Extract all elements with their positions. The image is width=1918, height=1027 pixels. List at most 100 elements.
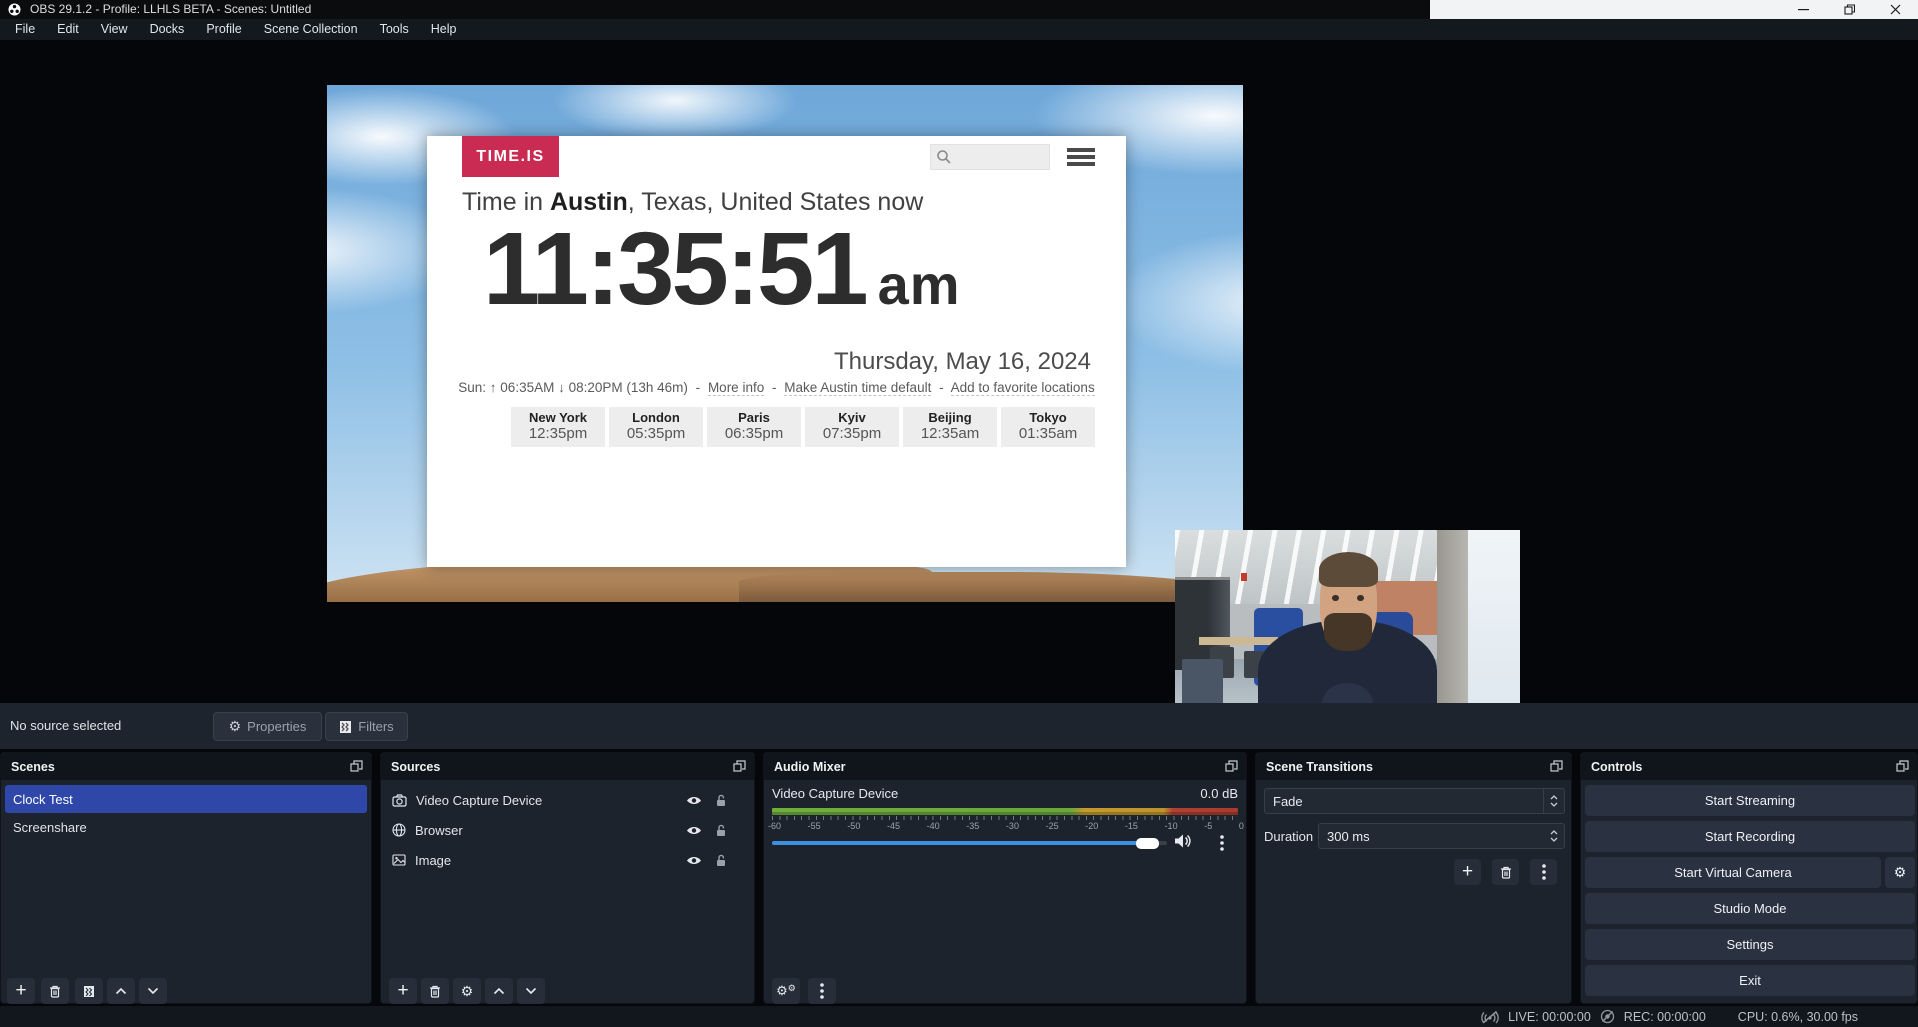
menu-profile[interactable]: Profile (195, 19, 252, 40)
add-transition-button[interactable]: + (1454, 859, 1481, 885)
rec-time: REC: 00:00:00 (1624, 1010, 1706, 1024)
scene-filters-button[interactable] (75, 978, 103, 1004)
duration-spinbox[interactable]: 300 ms (1318, 823, 1565, 849)
restore-button[interactable] (1826, 0, 1872, 19)
mixer-db-value: 0.0 dB (1200, 786, 1238, 801)
scene-transitions-dock: Scene Transitions Fade Duration 300 ms + (1255, 752, 1572, 1004)
transitions-dock-title: Scene Transitions (1266, 760, 1373, 774)
dock-popout-icon[interactable] (1225, 760, 1238, 772)
image-icon (392, 854, 406, 866)
meter-tick-marks (772, 816, 1238, 820)
obs-logo-icon (8, 3, 21, 16)
settings-button[interactable]: Settings (1585, 929, 1915, 960)
window-title: OBS 29.1.2 - Profile: LLHLS BETA - Scene… (30, 0, 311, 19)
visibility-eye-icon[interactable] (686, 855, 702, 866)
lock-icon[interactable] (715, 824, 727, 837)
menu-edit[interactable]: Edit (46, 19, 90, 40)
world-clock-tokyo: Tokyo01:35am (1001, 407, 1095, 447)
world-clock-newyork: New York12:35pm (511, 407, 605, 447)
move-scene-up-button[interactable] (107, 978, 135, 1004)
world-clock-london: London05:35pm (609, 407, 703, 447)
minimize-button[interactable] (1780, 0, 1826, 19)
mixer-channel-name: Video Capture Device (772, 786, 898, 801)
source-item-image[interactable]: Image (381, 846, 754, 874)
move-source-up-button[interactable] (485, 978, 513, 1004)
lock-icon[interactable] (715, 854, 727, 867)
world-clock-paris: Paris06:35pm (707, 407, 801, 447)
duration-label: Duration (1264, 829, 1313, 844)
timeis-logo: TIME.IS (462, 136, 559, 177)
dock-popout-icon[interactable] (1896, 760, 1909, 772)
globe-icon (392, 823, 406, 837)
rec-inactive-icon (1600, 1009, 1615, 1024)
spinbox-arrows[interactable] (1544, 830, 1564, 842)
camera-icon (392, 794, 407, 807)
scene-item-clock-test[interactable]: Clock Test (5, 785, 367, 813)
hamburger-menu-icon (1067, 148, 1095, 169)
filter-icon (339, 720, 352, 734)
mixer-channel-menu-button[interactable] (1210, 831, 1234, 855)
start-streaming-button[interactable]: Start Streaming (1585, 785, 1915, 816)
clock-digits: 11:35:51 (483, 212, 866, 325)
world-clocks-row: New York12:35pm London05:35pm Paris06:35… (511, 407, 1095, 447)
menu-tools[interactable]: Tools (369, 19, 420, 40)
add-scene-button[interactable]: + (7, 978, 35, 1004)
mixer-menu-button[interactable] (808, 978, 836, 1004)
volume-slider-handle[interactable] (1136, 838, 1159, 849)
remove-scene-button[interactable] (41, 978, 69, 1004)
advanced-audio-properties-button[interactable]: ⚙⚙ (772, 978, 800, 1004)
volume-slider[interactable] (772, 841, 1167, 845)
menu-help[interactable]: Help (420, 19, 468, 40)
controls-dock-title: Controls (1591, 760, 1642, 774)
studio-mode-button[interactable]: Studio Mode (1585, 893, 1915, 924)
properties-button[interactable]: ⚙ Properties (213, 712, 322, 741)
start-recording-button[interactable]: Start Recording (1585, 821, 1915, 852)
dock-popout-icon[interactable] (733, 760, 746, 772)
menubar: File Edit View Docks Profile Scene Colle… (0, 19, 1918, 40)
menu-docks[interactable]: Docks (139, 19, 196, 40)
transition-select[interactable]: Fade (1264, 788, 1565, 814)
transition-properties-button[interactable] (1530, 859, 1557, 885)
separator: - (696, 380, 701, 395)
video-capture-source-webcam (1175, 530, 1520, 725)
menu-file[interactable]: File (4, 19, 46, 40)
source-toolbar: No source selected ⚙ Properties Filters (0, 703, 1918, 749)
menu-scene-collection[interactable]: Scene Collection (253, 19, 369, 40)
sources-dock: Sources Video Capture Device Browser Ima… (380, 752, 755, 1004)
exit-button[interactable]: Exit (1585, 965, 1915, 996)
virtual-camera-settings-button[interactable]: ⚙ (1885, 857, 1915, 888)
webcam-person-head (1320, 555, 1377, 649)
filters-button[interactable]: Filters (325, 712, 408, 741)
move-scene-down-button[interactable] (139, 978, 167, 1004)
visibility-eye-icon[interactable] (686, 825, 702, 836)
close-button[interactable] (1872, 0, 1918, 19)
remove-source-button[interactable] (421, 978, 449, 1004)
visibility-eye-icon[interactable] (686, 795, 702, 806)
dock-popout-icon[interactable] (1550, 760, 1563, 772)
timeis-sun-line: Sun: ↑ 06:35AM ↓ 08:20PM (13h 46m) - Mor… (427, 380, 1126, 395)
start-virtual-camera-button[interactable]: Start Virtual Camera (1585, 857, 1881, 888)
desert-dune (739, 572, 1243, 602)
remove-transition-button[interactable] (1492, 859, 1519, 885)
search-icon (936, 149, 952, 165)
sun-info: Sun: ↑ 06:35AM ↓ 08:20PM (13h 46m) (458, 380, 688, 395)
lock-icon[interactable] (715, 794, 727, 807)
audio-mixer-dock: Audio Mixer Video Capture Device 0.0 dB … (763, 752, 1247, 1004)
menu-view[interactable]: View (90, 19, 139, 40)
speaker-icon[interactable] (1174, 833, 1193, 849)
move-source-down-button[interactable] (517, 978, 545, 1004)
scene-item-screenshare[interactable]: Screenshare (5, 813, 367, 841)
world-clock-kyiv: Kyiv07:35pm (805, 407, 899, 447)
browser-source-timeis: TIME.IS Time in Austin, Texas, United St… (427, 136, 1126, 567)
live-inactive-icon (1481, 1010, 1499, 1024)
add-source-button[interactable]: + (389, 978, 417, 1004)
source-properties-button[interactable]: ⚙ (453, 978, 481, 1004)
titlebar-controls-area (1430, 0, 1918, 19)
source-item-video-capture[interactable]: Video Capture Device (381, 786, 754, 814)
link-more-info: More info (708, 380, 764, 396)
dock-popout-icon[interactable] (350, 760, 363, 772)
source-item-browser[interactable]: Browser (381, 816, 754, 844)
timeis-date: Thursday, May 16, 2024 (491, 348, 1091, 376)
clock-meridiem: am (878, 252, 961, 317)
preview-canvas[interactable]: TIME.IS Time in Austin, Texas, United St… (0, 40, 1918, 703)
